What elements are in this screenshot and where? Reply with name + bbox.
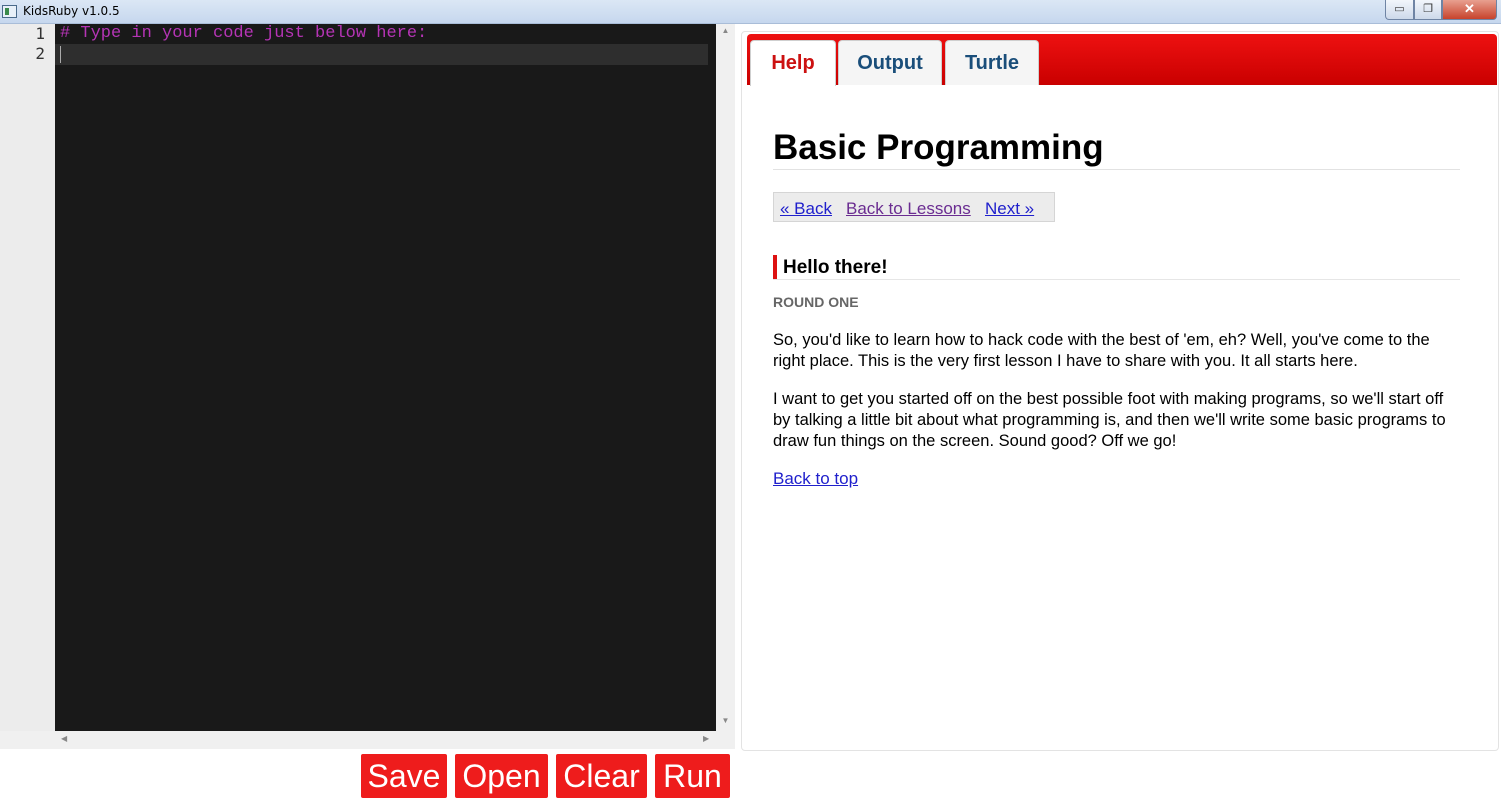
minimize-button[interactable]: ▭ [1385, 0, 1414, 20]
scrollbar-corner [716, 731, 735, 749]
back-to-top-link[interactable]: Back to top [773, 469, 858, 489]
line-number-gutter: 1 2 [0, 24, 55, 731]
section-header: Hello there! [773, 255, 1460, 280]
window-title: KidsRuby v1.0.5 [23, 4, 120, 18]
close-button[interactable]: ✕ [1442, 0, 1497, 20]
save-button[interactable]: Save [361, 754, 447, 798]
line-number: 1 [35, 24, 45, 43]
code-line-current[interactable] [55, 44, 708, 65]
lesson-paragraph: So, you'd like to learn how to hack code… [773, 331, 1430, 370]
tab-help[interactable]: Help [750, 40, 836, 86]
tab-turtle[interactable]: Turtle [945, 40, 1039, 85]
text-caret [60, 46, 61, 63]
round-label: ROUND ONE [773, 294, 859, 310]
page-title: Basic Programming [773, 128, 1460, 170]
run-button[interactable]: Run [655, 754, 730, 798]
code-line[interactable]: # Type in your code just below here: [60, 24, 427, 44]
scroll-right-icon[interactable]: ▶ [703, 734, 709, 743]
clear-button[interactable]: Clear [556, 754, 647, 798]
app-icon [2, 5, 17, 18]
tab-output[interactable]: Output [838, 40, 942, 85]
maximize-button[interactable]: ❐ [1414, 0, 1442, 20]
tab-bar: Help Output Turtle [747, 34, 1497, 86]
open-button[interactable]: Open [455, 754, 548, 798]
next-link[interactable]: Next » [985, 199, 1034, 219]
lesson-navigation: « Back Back to Lessons Next » [773, 192, 1055, 222]
back-link[interactable]: « Back [780, 199, 832, 219]
section-accent-bar [773, 255, 777, 279]
scroll-up-icon[interactable]: ▲ [716, 26, 735, 35]
scroll-left-icon[interactable]: ◀ [61, 734, 67, 743]
window-titlebar: KidsRuby v1.0.5 ▭ ❐ ✕ [0, 0, 1501, 24]
back-to-lessons-link[interactable]: Back to Lessons [846, 199, 971, 219]
line-number: 2 [35, 44, 45, 63]
editor-horizontal-scrollbar[interactable]: ◀ ▶ [55, 731, 716, 749]
scroll-down-icon[interactable]: ▼ [716, 716, 735, 725]
gutter-footer [0, 731, 55, 749]
code-editor[interactable]: # Type in your code just below here: [55, 24, 716, 731]
section-title: Hello there! [783, 257, 888, 278]
editor-vertical-scrollbar[interactable]: ▲ ▼ [716, 24, 735, 731]
lesson-paragraph: I want to get you started off on the bes… [773, 390, 1446, 450]
